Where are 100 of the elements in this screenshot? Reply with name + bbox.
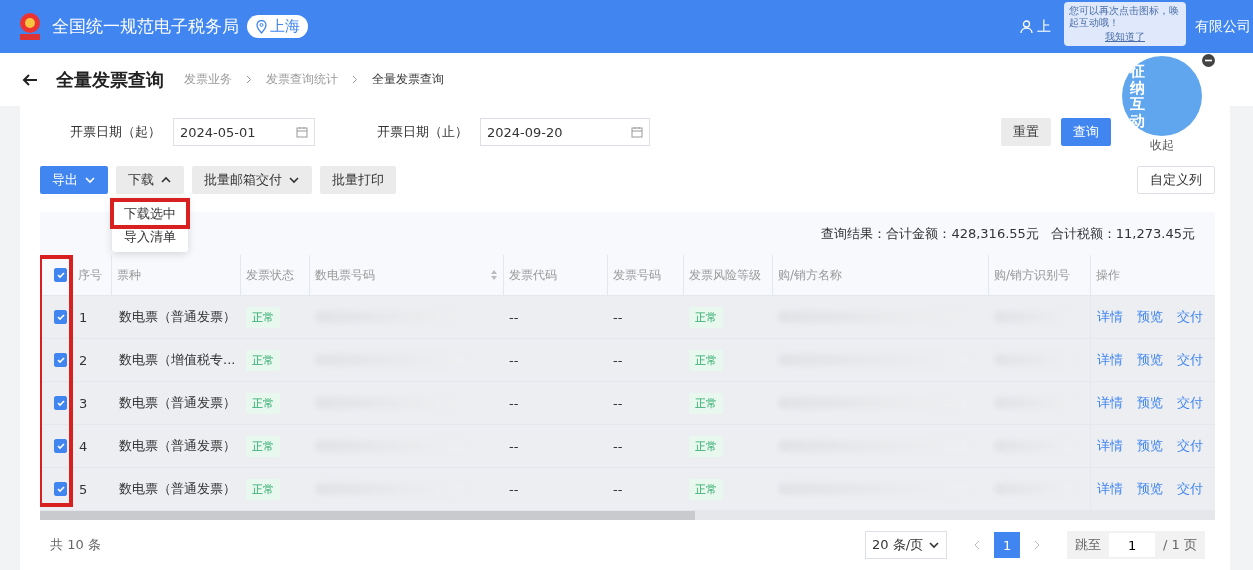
table-cell-text: 1	[78, 308, 89, 327]
back-arrow-icon[interactable]	[22, 72, 38, 87]
checkmark-icon	[55, 484, 66, 494]
calendar-icon	[631, 126, 643, 138]
table-cell-text: 数电票（增值税专...	[118, 351, 237, 369]
row-checkbox[interactable]	[54, 396, 67, 410]
toolbar-button[interactable]: 导出	[40, 166, 108, 194]
table-cell-text: --	[508, 308, 520, 327]
table-cell-text: 数电票（普通发票）	[118, 394, 237, 412]
action-link[interactable]: 详情	[1097, 394, 1123, 412]
status-tag: 正常	[246, 392, 280, 414]
row-checkbox[interactable]	[54, 482, 67, 496]
next-page-icon[interactable]	[1034, 540, 1042, 550]
caret-icon	[928, 539, 941, 551]
sort-icon[interactable]	[490, 269, 498, 281]
custom-columns-button[interactable]: 自定义列	[1137, 166, 1215, 194]
column-header: 序号	[77, 266, 103, 284]
site-title: 全国统一规范电子税务局	[52, 15, 239, 38]
table-cell-text: 数电票（普通发票）	[118, 480, 237, 498]
toolbar-button[interactable]: 批量邮箱交付	[192, 166, 312, 194]
action-link[interactable]: 详情	[1097, 480, 1123, 498]
checkmark-icon	[55, 355, 66, 365]
breadcrumb-item[interactable]: 发票查询统计	[266, 71, 338, 88]
reset-button[interactable]: 重置	[1001, 118, 1051, 146]
action-link[interactable]: 交付	[1177, 308, 1203, 326]
checkmark-icon	[55, 270, 66, 280]
checkmark-icon	[55, 398, 66, 408]
column-header: 购/销方识别号	[988, 255, 1090, 295]
row-checkbox[interactable]	[54, 439, 67, 453]
minimize-icon[interactable]	[1202, 54, 1215, 67]
breadcrumb-item[interactable]: 发票业务	[184, 71, 232, 88]
jump-label: 跳至	[1075, 536, 1102, 554]
status-tag: 正常	[246, 306, 280, 328]
table-cell-text: 5	[78, 480, 89, 499]
row-checkbox[interactable]	[54, 310, 67, 324]
location-pin-icon	[255, 19, 268, 34]
table-cell-text: --	[508, 351, 520, 370]
table-cell-text: --	[508, 480, 520, 499]
user-name[interactable]: 上	[1037, 17, 1051, 36]
page-count: / 1 页	[1163, 536, 1197, 554]
breadcrumb-item: 全量发票查询	[372, 71, 444, 88]
region-selector[interactable]: 上海	[247, 15, 308, 38]
dismiss-link[interactable]: 我知道了	[1105, 31, 1145, 43]
risk-tag: 正常	[689, 306, 723, 328]
table-cell-text: 数电票（普通发票）	[118, 308, 237, 326]
caret-icon	[84, 174, 96, 186]
prev-page-icon[interactable]	[973, 540, 981, 550]
table-cell-text: --	[612, 480, 624, 499]
total-count: 共 10 条	[50, 536, 101, 554]
page-input[interactable]: 1	[1109, 533, 1156, 557]
column-header: 发票号码	[607, 255, 683, 295]
page-button[interactable]: 1	[994, 532, 1021, 558]
table-cell-text: --	[508, 394, 520, 413]
action-link[interactable]: 预览	[1137, 394, 1163, 412]
action-link[interactable]: 预览	[1137, 480, 1163, 498]
row-checkbox[interactable]	[54, 353, 67, 367]
date-field[interactable]: 2024-05-01	[173, 118, 315, 146]
company-name[interactable]: 有限公司	[1195, 17, 1251, 36]
column-header: 发票风险等级	[683, 255, 772, 295]
table-cell-text: --	[612, 437, 624, 456]
toolbar-button[interactable]: 下载	[116, 166, 184, 194]
table-cell-text: --	[508, 437, 520, 456]
column-header: 购/销方名称	[772, 255, 988, 295]
column-header: 操作	[1090, 255, 1215, 295]
date-field[interactable]: 2024-09-20	[480, 118, 650, 146]
action-link[interactable]: 交付	[1177, 394, 1203, 412]
page-size-select[interactable]: 20 条/页	[865, 531, 948, 559]
search-button[interactable]: 查询	[1061, 118, 1111, 146]
table-cell-text: 数电票（普通发票）	[118, 437, 237, 455]
select-all-checkbox[interactable]	[54, 268, 67, 282]
table-cell-text: 4	[78, 437, 89, 456]
table-cell-text: --	[612, 351, 624, 370]
action-link[interactable]: 交付	[1177, 480, 1203, 498]
status-tag: 正常	[246, 435, 280, 457]
filter-label: 开票日期（起）	[70, 123, 161, 141]
total-tax: 合计税额：11,273.45元	[1050, 224, 1195, 243]
collapse-link[interactable]: 收起	[1150, 137, 1174, 154]
status-tag: 正常	[246, 349, 280, 371]
caret-icon	[288, 174, 300, 186]
chevron-icon	[352, 75, 358, 84]
page-title: 全量发票查询	[56, 67, 164, 92]
action-link[interactable]: 预览	[1137, 437, 1163, 455]
action-link[interactable]: 详情	[1097, 437, 1123, 455]
checkmark-icon	[55, 312, 66, 322]
action-link[interactable]: 详情	[1097, 351, 1123, 369]
action-link[interactable]: 预览	[1137, 308, 1163, 326]
checkmark-icon	[55, 441, 66, 451]
menu-item[interactable]: 导入清单	[114, 225, 186, 248]
action-link[interactable]: 交付	[1177, 351, 1203, 369]
risk-tag: 正常	[689, 478, 723, 500]
action-link[interactable]: 交付	[1177, 437, 1203, 455]
toolbar-button[interactable]: 批量打印	[320, 166, 396, 194]
table-cell-text: 3	[78, 394, 89, 413]
table-cell-text: 2	[78, 351, 89, 370]
column-header: 数电票号码	[309, 255, 503, 295]
scrollbar-thumb[interactable]	[40, 511, 695, 520]
status-tag: 正常	[246, 478, 280, 500]
action-link[interactable]: 预览	[1137, 351, 1163, 369]
risk-tag: 正常	[689, 349, 723, 371]
action-link[interactable]: 详情	[1097, 308, 1123, 326]
